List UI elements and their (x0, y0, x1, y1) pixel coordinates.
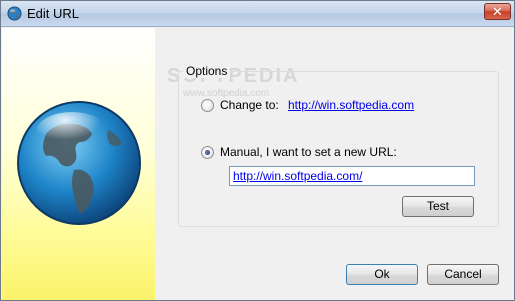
close-button[interactable]: ✕ (484, 3, 511, 20)
cancel-button[interactable]: Cancel (427, 264, 499, 285)
globe-icon (7, 6, 22, 21)
change-to-label[interactable]: Change to: (220, 98, 279, 112)
change-to-radio[interactable] (201, 99, 214, 112)
globe-illustration (17, 101, 141, 225)
title-bar[interactable]: Edit URL ✕ (1, 1, 514, 27)
edit-url-dialog: Edit URL ✕ SOFTPEDIA www.softpedia.com O… (0, 0, 515, 301)
window-title: Edit URL (27, 6, 80, 21)
ok-button[interactable]: Ok (346, 264, 418, 285)
change-to-url-link[interactable]: http://win.softpedia.com (288, 98, 414, 112)
url-input[interactable]: http://win.softpedia.com/ (229, 166, 475, 186)
sidebar-banner (2, 28, 155, 300)
options-group-label: Options (183, 64, 231, 78)
manual-url-radio[interactable] (201, 146, 214, 159)
manual-url-label[interactable]: Manual, I want to set a new URL: (220, 145, 397, 159)
test-button[interactable]: Test (402, 196, 474, 217)
